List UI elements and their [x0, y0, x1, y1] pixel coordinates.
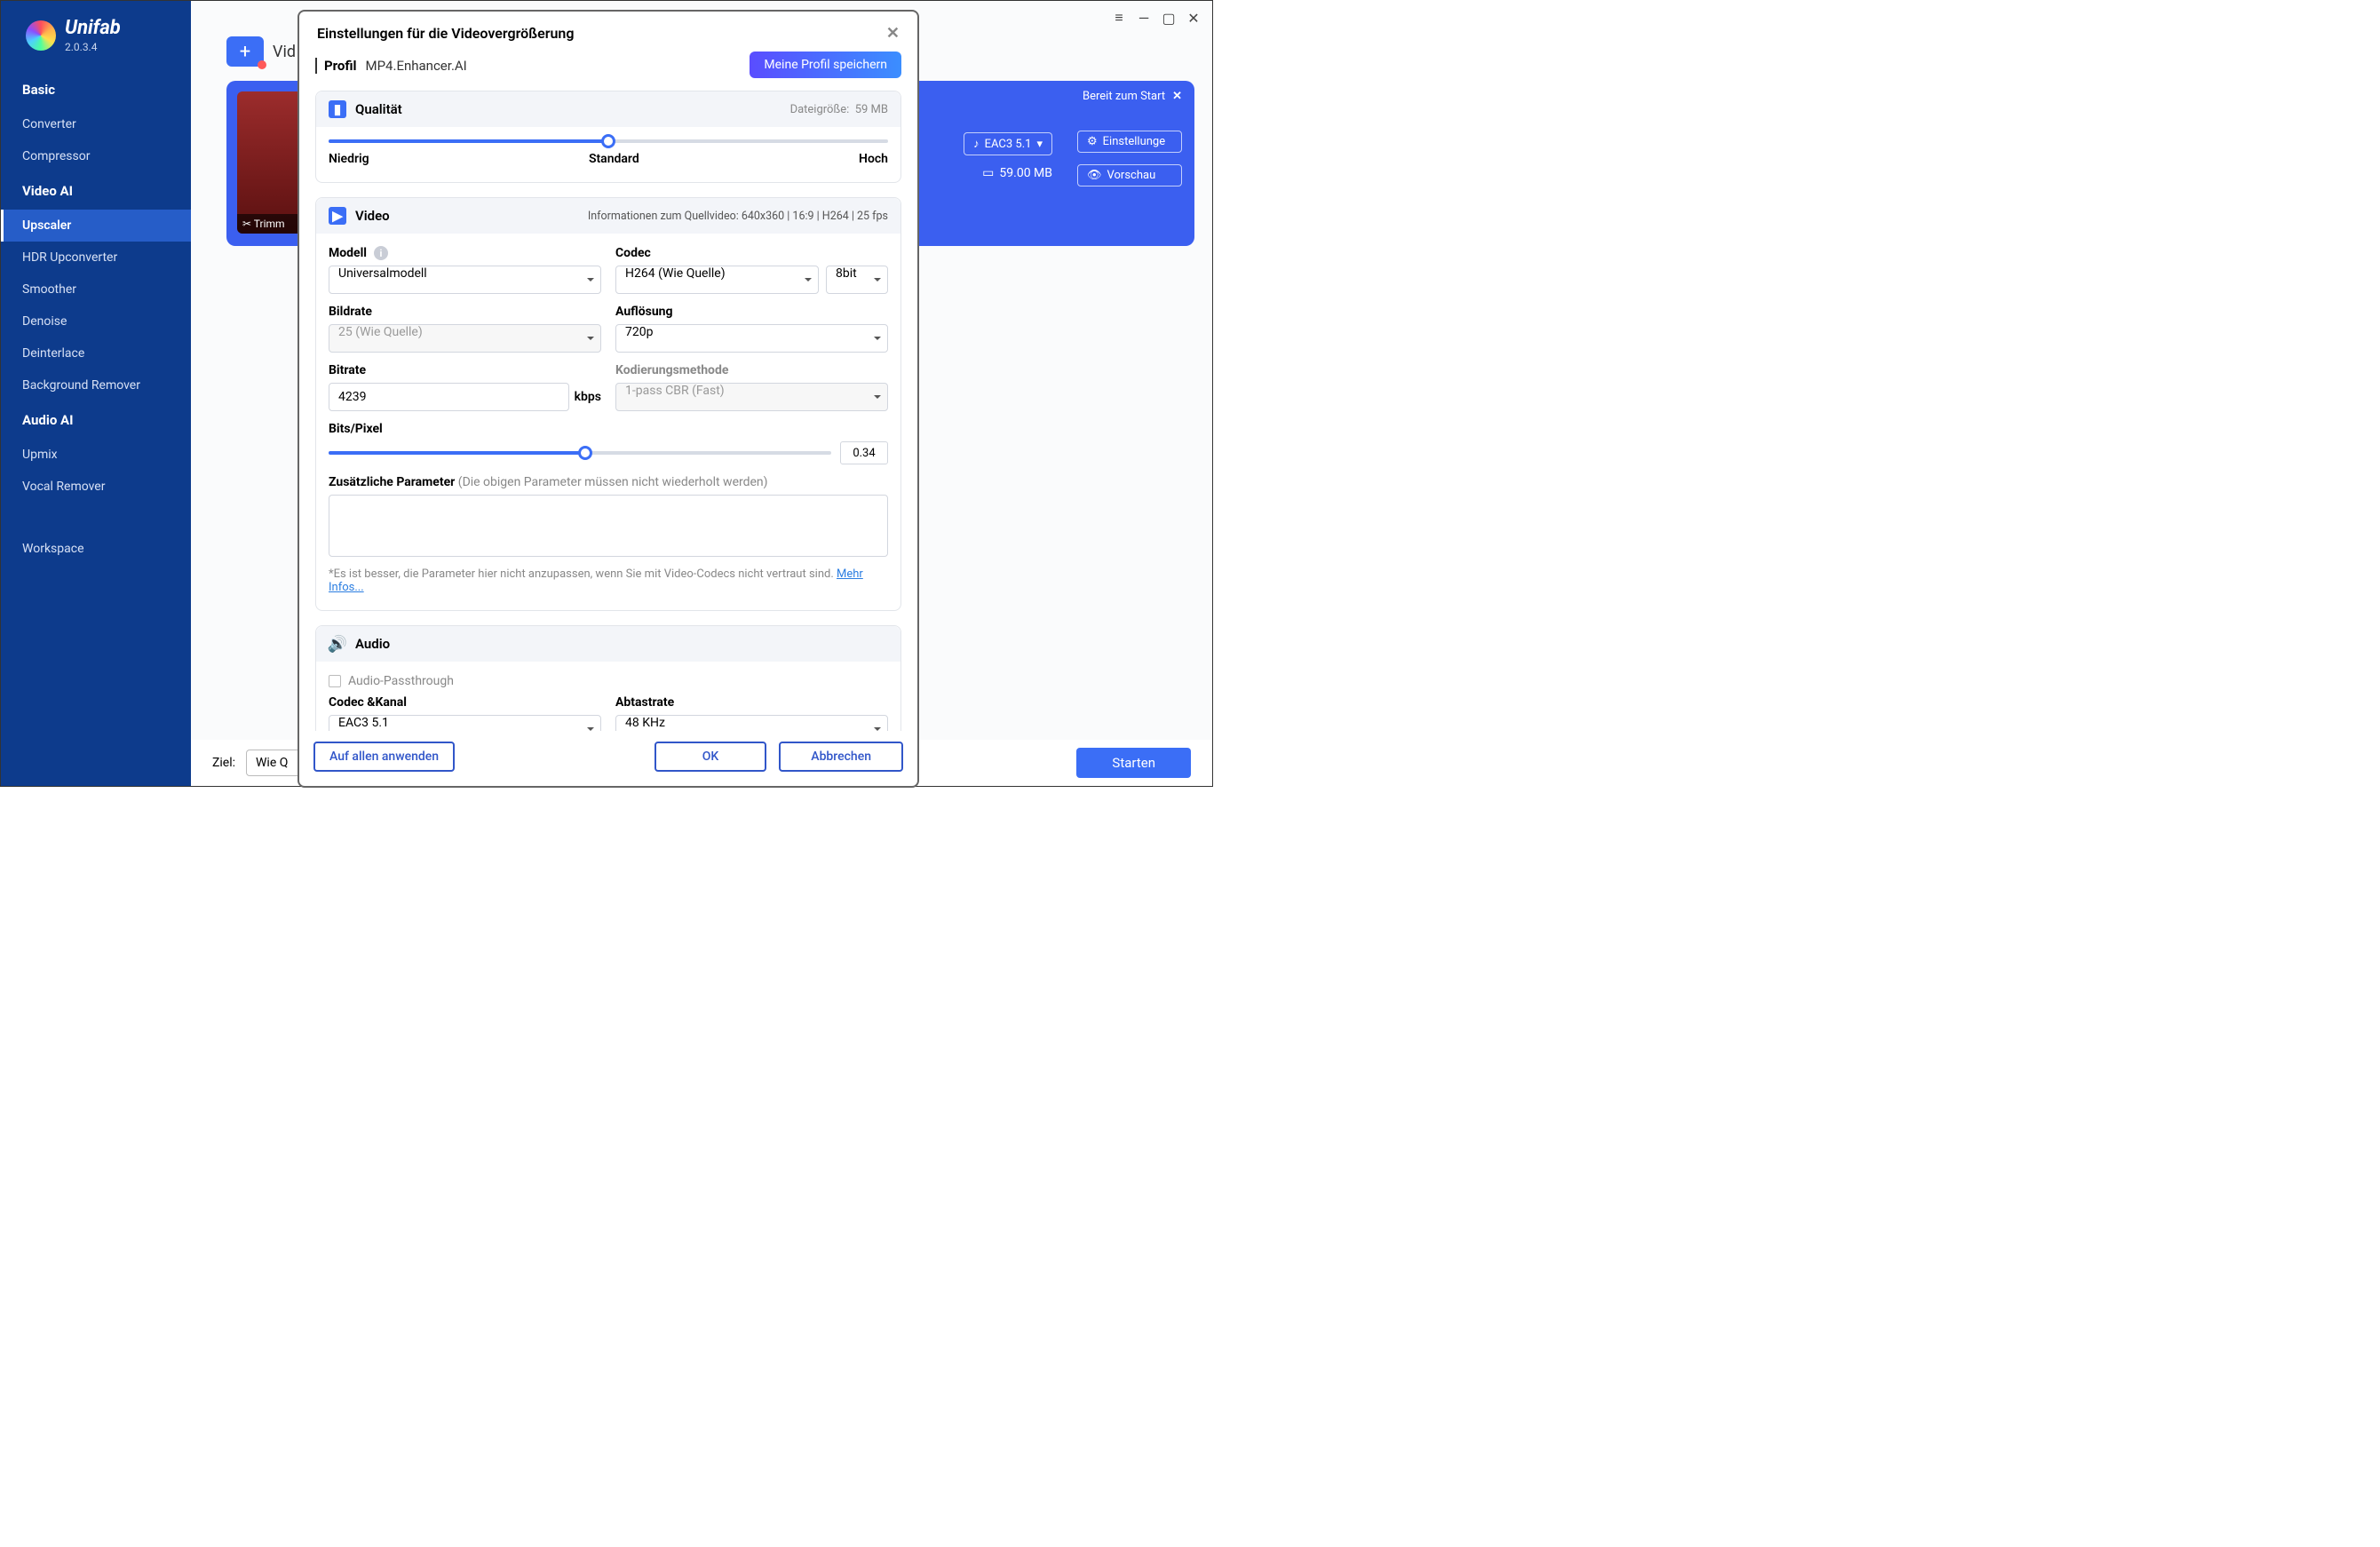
minimize-icon[interactable]: — — [1132, 8, 1155, 28]
sidebar-item-deinterlace[interactable]: Deinterlace — [1, 337, 191, 369]
quality-standard: Standard — [589, 152, 639, 166]
bitdepth-select[interactable]: 8bit — [826, 266, 888, 294]
framerate-label: Bildrate — [329, 305, 601, 319]
settings-button[interactable]: ⚙ Einstellunge — [1077, 131, 1182, 153]
resolution-select[interactable]: 720p — [615, 324, 888, 353]
extra-params-label: Zusätzliche Parameter — [329, 475, 455, 489]
audio-chip[interactable]: ♪ EAC3 5.1 ▾ — [964, 132, 1052, 155]
codec-label: Codec — [615, 246, 888, 260]
kbps-label: kbps — [575, 390, 601, 404]
encoding-label: Kodierungsmethode — [615, 363, 888, 377]
sidebar-item-denoise[interactable]: Denoise — [1, 305, 191, 337]
sidebar: Unifab 2.0.3.4 Basic Converter Compresso… — [1, 1, 191, 786]
encoding-select[interactable]: 1-pass CBR (Fast) — [615, 383, 888, 411]
ok-button[interactable]: OK — [654, 742, 767, 772]
app-version: 2.0.3.4 — [65, 41, 121, 53]
file-icon: ▮ — [329, 100, 346, 118]
apply-all-button[interactable]: Auf allen anwenden — [313, 742, 455, 772]
sidebar-item-upmix[interactable]: Upmix — [1, 439, 191, 471]
save-profile-button[interactable]: Meine Profil speichern — [750, 52, 901, 78]
add-video-button[interactable]: + — [226, 36, 264, 67]
sidebar-item-hdr[interactable]: HDR Upconverter — [1, 242, 191, 274]
maximize-icon[interactable]: ▢ — [1157, 8, 1180, 28]
extra-params-input[interactable] — [329, 495, 888, 557]
passthrough-label: Audio-Passthrough — [348, 674, 454, 688]
sidebar-item-workspace[interactable]: Workspace — [1, 533, 191, 565]
file-size: ▭ 59.00 MB — [982, 166, 1052, 180]
file-size-label: Dateigröße: 59 MB — [790, 103, 888, 116]
dismiss-icon[interactable]: ✕ — [1172, 90, 1182, 103]
modal-close-icon[interactable]: ✕ — [886, 24, 900, 43]
audio-heading: Audio — [355, 636, 390, 652]
modal-title: Einstellungen für die Videovergrößerung — [317, 25, 574, 42]
codec-footnote: *Es ist besser, die Parameter hier nicht… — [329, 567, 888, 594]
settings-modal: Einstellungen für die Videovergrößerung … — [298, 10, 919, 788]
app-logo: Unifab 2.0.3.4 — [1, 17, 191, 71]
extra-params-hint: (Die obigen Parameter müssen nicht wiede… — [458, 475, 768, 489]
target-label: Ziel: — [212, 756, 235, 770]
cancel-button[interactable]: Abbrechen — [779, 742, 903, 772]
source-video-info: Informationen zum Quellvideo: 640x360 | … — [588, 210, 888, 223]
resolution-label: Auflösung — [615, 305, 888, 319]
samplerate-label: Abtastrate — [615, 695, 888, 710]
start-button[interactable]: Starten — [1076, 748, 1191, 778]
video-label: Vid — [273, 43, 296, 61]
model-select[interactable]: Universalmodell — [329, 266, 601, 294]
speaker-icon: 🔊 — [329, 635, 346, 653]
quality-high: Hoch — [859, 152, 888, 166]
sidebar-section-videoai: Video AI — [1, 172, 191, 210]
samplerate-select[interactable]: 48 KHz — [615, 715, 888, 731]
sidebar-item-converter[interactable]: Converter — [1, 108, 191, 140]
app-name: Unifab — [65, 17, 121, 39]
menu-icon[interactable]: ≡ — [1107, 8, 1130, 28]
quality-heading: Qualität — [355, 101, 402, 117]
sidebar-section-basic: Basic — [1, 71, 191, 108]
profile-label: Profil — [315, 58, 357, 74]
preview-button[interactable]: 👁 Vorschau — [1077, 164, 1182, 186]
video-heading: Video — [355, 208, 390, 224]
quality-slider[interactable] — [329, 139, 888, 143]
bitspixel-slider[interactable] — [329, 451, 831, 455]
codec-select[interactable]: H264 (Wie Quelle) — [615, 266, 819, 294]
bitrate-label: Bitrate — [329, 363, 601, 377]
model-label: Modell — [329, 246, 367, 260]
sidebar-item-smoother[interactable]: Smoother — [1, 274, 191, 305]
bitspixel-value[interactable]: 0.34 — [840, 441, 888, 464]
framerate-select[interactable]: 25 (Wie Quelle) — [329, 324, 601, 353]
sidebar-item-bgremover[interactable]: Background Remover — [1, 369, 191, 401]
sidebar-section-audioai: Audio AI — [1, 401, 191, 439]
passthrough-checkbox[interactable] — [329, 675, 341, 687]
info-icon[interactable]: i — [374, 246, 388, 260]
play-icon: ▶ — [329, 207, 346, 225]
profile-name: MP4.Enhancer.AI — [366, 58, 467, 74]
bitspixel-label: Bits/Pixel — [329, 422, 888, 436]
sidebar-item-upscaler[interactable]: Upscaler — [1, 210, 191, 242]
quality-low: Niedrig — [329, 152, 369, 166]
sidebar-item-compressor[interactable]: Compressor — [1, 140, 191, 172]
sidebar-item-vocalremover[interactable]: Vocal Remover — [1, 471, 191, 503]
close-icon[interactable]: ✕ — [1182, 8, 1205, 28]
logo-icon — [26, 20, 56, 51]
status-label: Bereit zum Start ✕ — [1083, 90, 1182, 103]
bitrate-input[interactable] — [329, 383, 569, 411]
codec-channel-label: Codec &Kanal — [329, 695, 601, 710]
codec-channel-select[interactable]: EAC3 5.1 — [329, 715, 601, 731]
